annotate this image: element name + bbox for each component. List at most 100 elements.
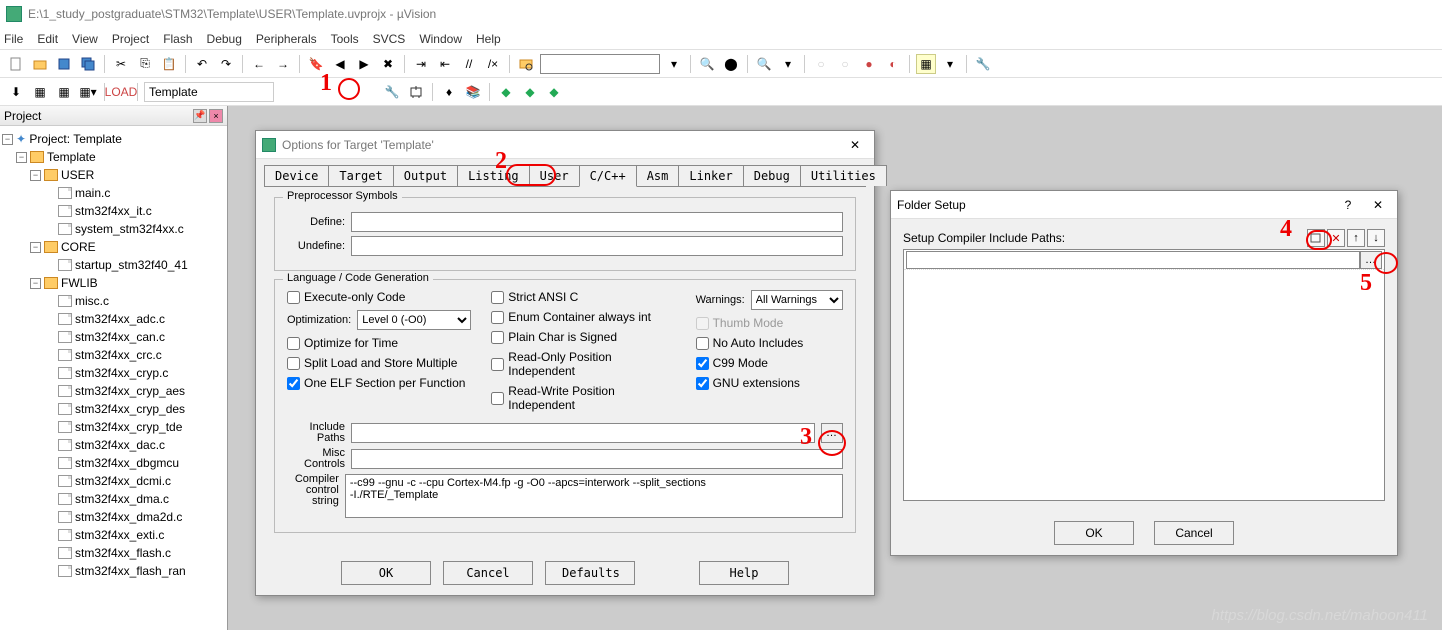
include-paths-browse-button[interactable]: … [821,423,843,443]
paths-list[interactable]: … [903,249,1385,501]
tree-file[interactable]: stm32f4xx_dbgmcu [75,456,179,470]
cancel-button[interactable]: Cancel [443,561,533,585]
target-selector[interactable]: Template [144,82,274,102]
split-load-check[interactable]: Split Load and Store Multiple [287,356,471,370]
translate-icon[interactable]: ⬇ [6,82,26,102]
tab-debug[interactable]: Debug [743,165,801,186]
menu-help[interactable]: Help [476,32,501,46]
delete-path-button[interactable]: ✕ [1327,229,1345,247]
help-button[interactable]: Help [699,561,789,585]
circle1-icon[interactable]: ○ [811,54,831,74]
debug-icon[interactable]: 🔍 [697,54,717,74]
tree-file[interactable]: stm32f4xx_exti.c [75,528,164,542]
optimize-time-check[interactable]: Optimize for Time [287,336,471,350]
menu-window[interactable]: Window [419,32,462,46]
include-paths-input[interactable] [351,423,815,443]
menu-file[interactable]: File [4,32,23,46]
close-icon[interactable]: ✕ [1365,195,1391,215]
menu-project[interactable]: Project [112,32,149,46]
menu-view[interactable]: View [72,32,98,46]
tab-utilities[interactable]: Utilities [800,165,887,186]
enum-int-check[interactable]: Enum Container always int [491,310,675,324]
path-browse-button[interactable]: … [1360,251,1382,269]
tab-asm[interactable]: Asm [636,165,680,186]
tree-file[interactable]: stm32f4xx_dac.c [75,438,165,452]
one-elf-check[interactable]: One ELF Section per Function [287,376,471,390]
plain-char-check[interactable]: Plain Char is Signed [491,330,675,344]
find-input[interactable] [540,54,660,74]
tree-file[interactable]: stm32f4xx_crc.c [75,348,162,362]
open-file-icon[interactable] [30,54,50,74]
zoom-icon[interactable]: 🔍 [754,54,774,74]
panel-pin-icon[interactable]: 📌 [193,109,207,123]
tab-device[interactable]: Device [264,165,329,186]
readonly-pi-check[interactable]: Read-Only Position Independent [491,350,675,378]
tree-toggle[interactable]: − [2,134,13,145]
define-input[interactable] [351,212,843,232]
menu-peripherals[interactable]: Peripherals [256,32,317,46]
warnings-select[interactable]: All Warnings [751,290,843,310]
execute-only-check[interactable]: Execute-only Code [287,290,471,304]
close-icon[interactable]: ✕ [842,135,868,155]
indent-icon[interactable]: ⇥ [411,54,431,74]
menu-svcs[interactable]: SVCS [373,32,406,46]
tree-folder[interactable]: USER [61,168,94,182]
folder-cancel-button[interactable]: Cancel [1154,521,1234,545]
gnu-check[interactable]: GNU extensions [696,376,843,390]
menu-tools[interactable]: Tools [331,32,359,46]
bookmark-icon[interactable]: 🔖 [306,54,326,74]
tree-folder[interactable]: FWLIB [61,276,98,290]
find-files-icon[interactable] [516,54,536,74]
misc-controls-input[interactable] [351,449,843,469]
folder-ok-button[interactable]: OK [1054,521,1134,545]
books-icon[interactable]: 📚 [463,82,483,102]
rebuild-icon[interactable]: ▦ [54,82,74,102]
c99-check[interactable]: C99 Mode [696,356,843,370]
cut-icon[interactable]: ✂ [111,54,131,74]
pack2-icon[interactable]: ◆ [520,82,540,102]
bookmark-clear-icon[interactable]: ✖ [378,54,398,74]
defaults-button[interactable]: Defaults [545,561,635,585]
path-input[interactable] [906,251,1360,269]
menu-edit[interactable]: Edit [37,32,58,46]
tree-folder[interactable]: CORE [61,240,96,254]
tree-file[interactable]: stm32f4xx_dma.c [75,492,169,506]
no-auto-check[interactable]: No Auto Includes [696,336,843,350]
ok-button[interactable]: OK [341,561,431,585]
new-path-button[interactable] [1307,229,1325,247]
tree-file[interactable]: system_stm32f4xx.c [75,222,184,236]
comment-icon[interactable]: // [459,54,479,74]
move-down-button[interactable]: ↓ [1367,229,1385,247]
wrench-icon[interactable]: 🔧 [973,54,993,74]
tab-user[interactable]: User [529,165,580,186]
uncomment-icon[interactable]: /× [483,54,503,74]
readwrite-pi-check[interactable]: Read-Write Position Independent [491,384,675,412]
tree-file[interactable]: stm32f4xx_dcmi.c [75,474,171,488]
save-icon[interactable] [54,54,74,74]
tree-file[interactable]: startup_stm32f40_41 [75,258,188,272]
menu-debug[interactable]: Debug [207,32,242,46]
bookmark-next-icon[interactable]: ▶ [354,54,374,74]
circle3-icon[interactable]: ● [859,54,879,74]
outdent-icon[interactable]: ⇤ [435,54,455,74]
pack1-icon[interactable]: ◆ [496,82,516,102]
new-file-icon[interactable] [6,54,26,74]
tree-file[interactable]: stm32f4xx_flash.c [75,546,171,560]
copy-icon[interactable]: ⎘ [135,54,155,74]
optimization-select[interactable]: Level 0 (-O0) [357,310,471,330]
batch-build-icon[interactable]: ▦▾ [78,82,98,102]
undefine-input[interactable] [351,236,843,256]
move-up-button[interactable]: ↑ [1347,229,1365,247]
nav-fwd-icon[interactable]: → [273,54,293,74]
tree-file[interactable]: stm32f4xx_it.c [75,204,152,218]
tab-target[interactable]: Target [328,165,393,186]
tree-file[interactable]: stm32f4xx_flash_ran [75,564,186,578]
options-icon[interactable]: 🔧 [382,82,402,102]
window-dropdown-icon[interactable]: ▾ [940,54,960,74]
tree-file[interactable]: stm32f4xx_can.c [75,330,165,344]
tree-file[interactable]: misc.c [75,294,109,308]
strict-ansi-check[interactable]: Strict ANSI C [491,290,675,304]
panel-close-icon[interactable]: × [209,109,223,123]
window-icon[interactable]: ▦ [916,54,936,74]
pack3-icon[interactable]: ◆ [544,82,564,102]
